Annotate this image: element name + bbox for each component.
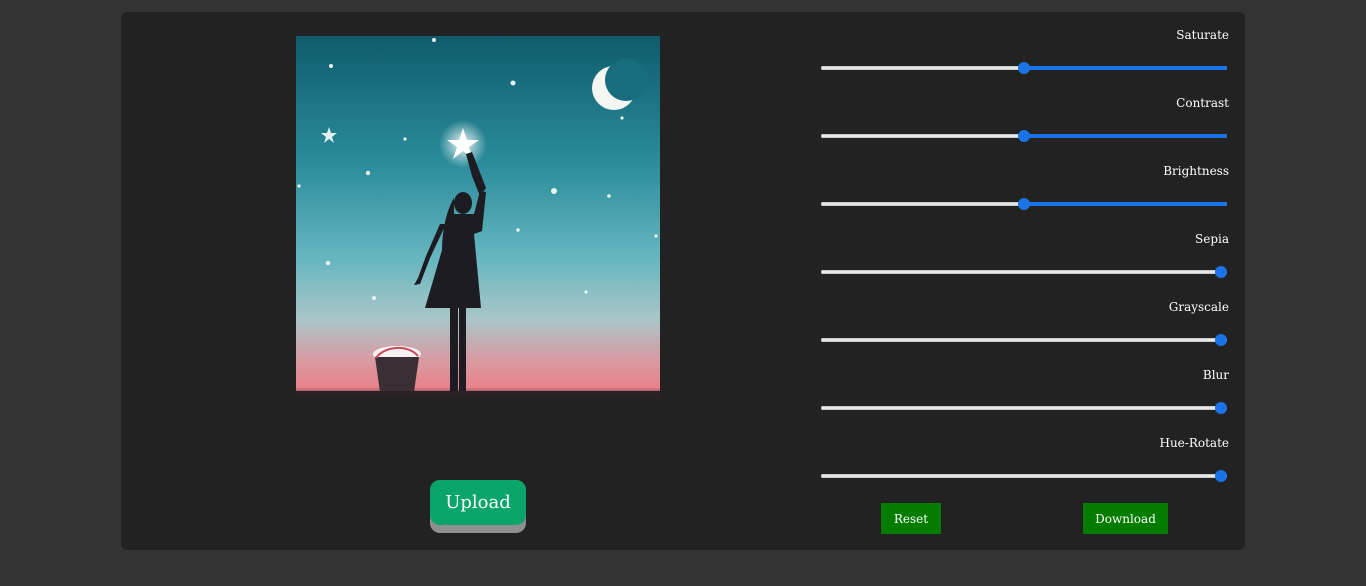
grayscale-slider-thumb[interactable] — [1215, 334, 1227, 346]
hue-rotate-slider[interactable] — [821, 470, 1227, 482]
grayscale-slider[interactable] — [821, 334, 1227, 346]
sepia-slider[interactable] — [821, 266, 1227, 278]
sepia-control: Sepia — [819, 230, 1229, 298]
editor-panel: Upload Saturate Contrast Brightness Sepi… — [121, 12, 1245, 550]
saturate-label: Saturate — [1176, 28, 1229, 42]
brightness-control: Brightness — [819, 162, 1229, 230]
preview-image — [296, 36, 660, 398]
brightness-slider-fill — [1024, 202, 1227, 206]
contrast-control: Contrast — [819, 94, 1229, 162]
reset-button[interactable]: Reset — [881, 503, 941, 534]
grayscale-label: Grayscale — [1168, 300, 1229, 314]
brightness-slider[interactable] — [821, 198, 1227, 210]
saturate-control: Saturate — [819, 26, 1229, 94]
upload-button[interactable]: Upload — [430, 480, 526, 525]
grayscale-control: Grayscale — [819, 298, 1229, 366]
upload-button-shadow: Upload — [430, 480, 526, 533]
action-buttons: Reset Download — [881, 503, 1168, 534]
download-button[interactable]: Download — [1083, 503, 1168, 534]
contrast-slider-fill — [1024, 134, 1227, 138]
sepia-slider-thumb[interactable] — [1215, 266, 1227, 278]
hue-rotate-label: Hue-Rotate — [1159, 436, 1229, 450]
contrast-slider[interactable] — [821, 130, 1227, 142]
saturate-slider[interactable] — [821, 62, 1227, 74]
sepia-label: Sepia — [1195, 232, 1229, 246]
blur-label: Blur — [1202, 368, 1229, 382]
hue-rotate-slider-thumb[interactable] — [1215, 470, 1227, 482]
hue-rotate-control: Hue-Rotate — [819, 434, 1229, 502]
blur-slider-thumb[interactable] — [1215, 402, 1227, 414]
blur-slider[interactable] — [821, 402, 1227, 414]
saturate-slider-thumb[interactable] — [1018, 62, 1030, 74]
saturate-slider-fill — [1024, 66, 1227, 70]
brightness-label: Brightness — [1163, 164, 1229, 178]
contrast-slider-thumb[interactable] — [1018, 130, 1030, 142]
blur-control: Blur — [819, 366, 1229, 434]
filter-controls: Saturate Contrast Brightness Sepia Grays… — [819, 26, 1229, 502]
contrast-label: Contrast — [1176, 96, 1229, 110]
brightness-slider-thumb[interactable] — [1018, 198, 1030, 210]
